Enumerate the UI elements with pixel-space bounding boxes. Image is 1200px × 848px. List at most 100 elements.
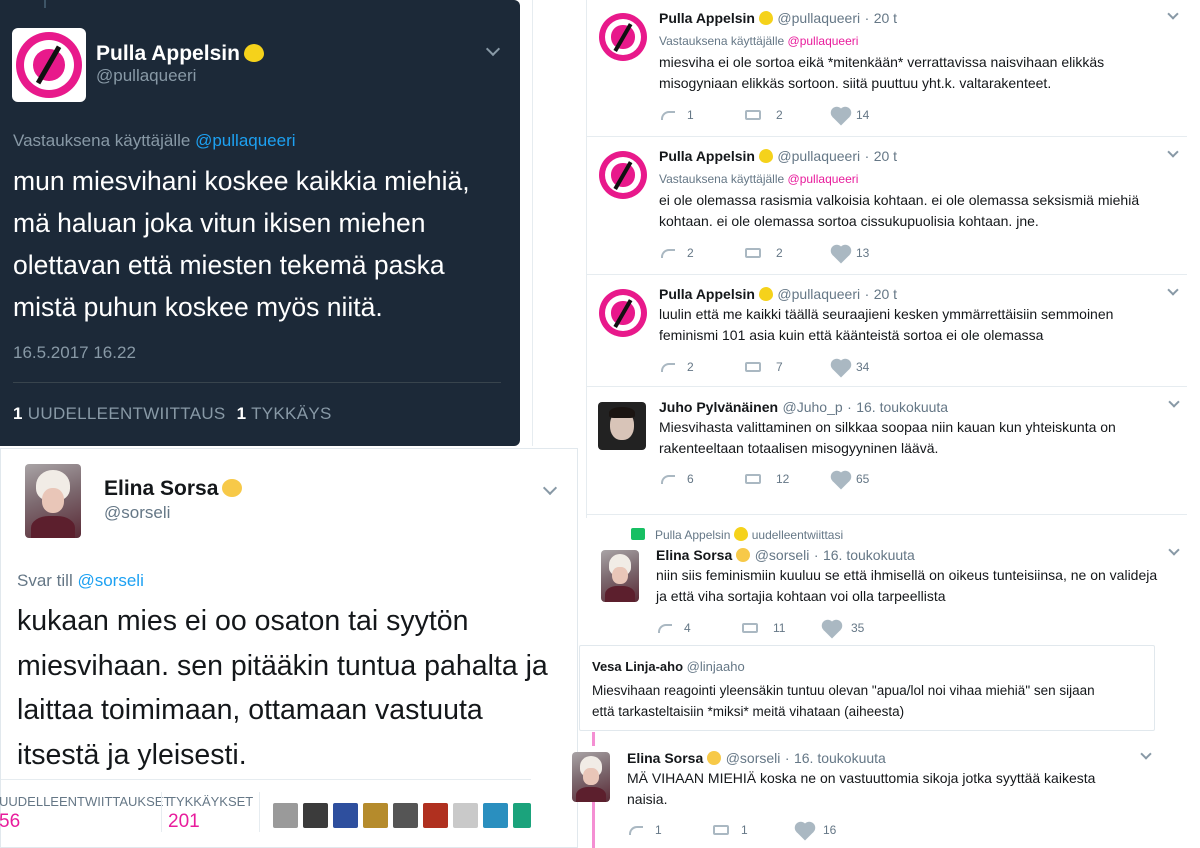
liker-avatar[interactable] <box>513 803 531 828</box>
like-label[interactable]: TYKKÄYS <box>251 404 332 423</box>
tweet-text-line: ei ole olemassa rasismia valkoisia kohta… <box>659 192 1140 208</box>
heart-icon[interactable] <box>823 621 841 639</box>
chevron-down-icon[interactable] <box>542 480 558 496</box>
reply-handle-link[interactable]: @pullaqueeri <box>195 131 295 150</box>
author-name[interactable]: Pulla Appelsin <box>659 10 755 26</box>
avatar[interactable] <box>572 752 610 802</box>
tweet[interactable]: Pulla Appelsin @pullaqueeri · 20 t Vasta… <box>587 138 1200 274</box>
like-count[interactable]: 1 <box>237 404 247 423</box>
likes-label[interactable]: TYKKÄYKSET <box>168 794 253 809</box>
retweet-icon <box>631 528 645 540</box>
reply-icon[interactable] <box>661 363 675 372</box>
avatar[interactable] <box>598 402 646 450</box>
reply-handle-link[interactable]: @pullaqueeri <box>788 172 859 186</box>
author-name[interactable]: Elina Sorsa <box>656 547 732 563</box>
retweet-icon[interactable] <box>745 110 761 120</box>
author-handle[interactable]: @sorseli <box>104 503 170 523</box>
like-count: 16 <box>823 823 837 837</box>
chevron-down-icon[interactable] <box>1167 8 1179 20</box>
tweet-time[interactable]: 20 t <box>874 10 897 26</box>
author-name[interactable]: Juho Pylvänäinen <box>659 399 778 415</box>
tweet-time[interactable]: 20 t <box>874 286 897 302</box>
tweet-text-line: mistä puhun koskee myös niitä. <box>13 292 383 322</box>
liker-avatar[interactable] <box>393 803 418 828</box>
chevron-down-icon[interactable] <box>1168 544 1180 556</box>
author-name[interactable]: Pulla Appelsin <box>659 286 755 302</box>
author-name[interactable]: Vesa Linja-aho <box>592 659 683 674</box>
chevron-down-icon[interactable] <box>1168 396 1180 408</box>
retweet-icon[interactable] <box>745 248 761 258</box>
reply-icon[interactable] <box>661 249 675 258</box>
tweet[interactable]: Pulla Appelsin @pullaqueeri · 20 t luuli… <box>587 276 1200 386</box>
retweet-count[interactable]: 1 <box>13 404 23 423</box>
reply-handle-link[interactable]: @pullaqueeri <box>788 34 859 48</box>
author-handle[interactable]: @pullaqueeri <box>777 148 860 164</box>
author-name[interactable]: Elina Sorsa <box>104 477 218 500</box>
author-handle[interactable]: @sorseli <box>755 547 810 563</box>
tweet-text: luulin että me kaikki täällä seuraajieni… <box>659 304 1113 346</box>
heart-icon[interactable] <box>832 108 850 126</box>
liker-avatar[interactable] <box>483 803 508 828</box>
reply-prefix: Vastauksena käyttäjälle <box>659 172 785 186</box>
likes-count[interactable]: 201 <box>168 811 200 833</box>
liker-avatar[interactable] <box>363 803 388 828</box>
avatar[interactable] <box>599 289 647 337</box>
author-handle[interactable]: @pullaqueeri <box>777 10 860 26</box>
chevron-down-icon[interactable] <box>1167 284 1179 296</box>
tweet-time[interactable]: 20 t <box>874 148 897 164</box>
hatching-chick-icon <box>736 548 751 562</box>
retweet-label[interactable]: UUDELLEENTWIITTAUS <box>28 404 226 423</box>
retweeter-name[interactable]: Pulla Appelsin <box>655 528 730 542</box>
avatar[interactable] <box>25 464 81 538</box>
retweet-icon[interactable] <box>745 362 761 372</box>
heart-icon[interactable] <box>832 472 850 490</box>
tweet[interactable]: Elina Sorsa @sorseli · 16. toukokuuta MÄ… <box>572 740 1198 848</box>
author-name[interactable]: Elina Sorsa <box>627 750 703 766</box>
liker-avatar[interactable] <box>273 803 298 828</box>
reply-icon[interactable] <box>661 475 675 484</box>
retweets-label[interactable]: UUDELLEENTWIITTAUKSET <box>0 794 171 809</box>
author-name[interactable]: Pulla Appelsin <box>659 148 755 164</box>
chevron-down-icon[interactable] <box>485 41 501 57</box>
liker-avatar[interactable] <box>453 803 478 828</box>
author-handle[interactable]: @pullaqueeri <box>96 66 196 86</box>
tweet-text-line: Miesvihaan reagointi yleensäkin tuntuu o… <box>592 683 1095 698</box>
tweet[interactable]: Juho Pylvänäinen @Juho_p · 16. toukokuut… <box>587 388 1200 514</box>
avatar[interactable] <box>12 28 86 102</box>
divider <box>13 382 501 383</box>
heart-icon[interactable] <box>832 360 850 378</box>
author-handle[interactable]: @linjaaho <box>687 659 745 674</box>
heart-icon[interactable] <box>796 823 814 841</box>
chevron-down-icon[interactable] <box>1140 748 1152 760</box>
retweet-icon[interactable] <box>713 825 729 835</box>
tweet-text: Miesvihasta valittaminen on silkkaa soop… <box>659 417 1116 459</box>
tweet-time[interactable]: 16. toukokuuta <box>823 547 915 563</box>
author-handle[interactable]: @pullaqueeri <box>777 286 860 302</box>
liker-avatar[interactable] <box>423 803 448 828</box>
avatar[interactable] <box>601 550 639 602</box>
quoted-tweet[interactable]: Vesa Linja-aho @linjaaho Miesvihaan reag… <box>579 645 1155 731</box>
chevron-down-icon[interactable] <box>1167 146 1179 158</box>
heart-icon[interactable] <box>832 246 850 264</box>
author-name[interactable]: Pulla Appelsin <box>96 42 240 65</box>
timestamp[interactable]: 16.5.2017 16.22 <box>13 343 136 363</box>
tweet[interactable]: Pulla Appelsin uudelleentwiittasi Elina … <box>585 518 1185 644</box>
avatar[interactable] <box>599 151 647 199</box>
liker-avatar[interactable] <box>333 803 358 828</box>
reply-icon[interactable] <box>658 624 672 633</box>
liker-avatar[interactable] <box>303 803 328 828</box>
divider <box>161 792 162 832</box>
retweet-icon[interactable] <box>745 474 761 484</box>
retweets-count[interactable]: 56 <box>0 811 20 833</box>
author-handle[interactable]: @sorseli <box>726 750 781 766</box>
lemon-icon <box>243 44 264 62</box>
reply-handle-link[interactable]: @sorseli <box>77 571 143 590</box>
reply-icon[interactable] <box>661 111 675 120</box>
author-handle[interactable]: @Juho_p <box>783 399 843 415</box>
retweet-icon[interactable] <box>742 623 758 633</box>
tweet-time[interactable]: 16. toukokuuta <box>856 399 948 415</box>
tweet-time[interactable]: 16. toukokuuta <box>794 750 886 766</box>
avatar[interactable] <box>599 13 647 61</box>
reply-icon[interactable] <box>629 826 643 835</box>
tweet[interactable]: Pulla Appelsin @pullaqueeri · 20 t Vasta… <box>587 0 1200 136</box>
